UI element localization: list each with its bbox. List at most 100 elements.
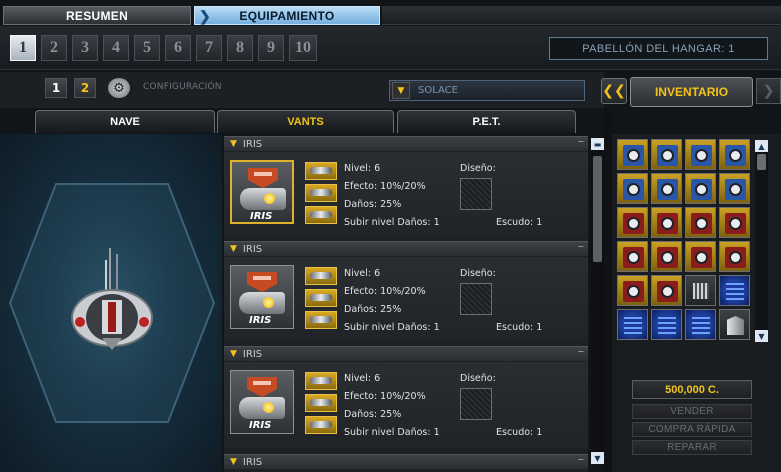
scroll-down-icon[interactable]: ▼ (755, 330, 768, 342)
inventory-item[interactable] (651, 139, 682, 170)
inventory-tab[interactable]: INVENTARIO (630, 77, 753, 107)
minimize-icon[interactable]: – (578, 136, 584, 148)
inventory-item[interactable] (719, 207, 750, 238)
minimize-icon[interactable]: – (578, 452, 584, 466)
vant-header[interactable]: ▼ IRIS – (224, 344, 588, 361)
inventory-item[interactable] (719, 139, 750, 170)
inventory-item[interactable] (685, 207, 716, 238)
inventory-item[interactable] (617, 241, 648, 272)
equipment-slot[interactable] (305, 289, 337, 307)
top-bar (382, 6, 781, 25)
tab-nave[interactable]: NAVE (35, 110, 215, 133)
vant-card: IRIS Nivel: 6 Efecto: 10%/20% Daños: 25%… (224, 152, 588, 238)
equipment-slot[interactable] (305, 206, 337, 224)
inventory-item[interactable] (719, 173, 750, 204)
inventory-next-button[interactable]: ❯ (756, 78, 781, 104)
minimize-icon[interactable]: – (578, 344, 584, 358)
scroll-up-icon[interactable]: ▬ (591, 138, 604, 150)
config-button-2[interactable]: 2 (41, 35, 67, 61)
config-button-1[interactable]: 1 (10, 35, 36, 61)
chevron-right-icon: ❯ (199, 8, 212, 24)
equipment-slot[interactable] (305, 267, 337, 285)
vant-header[interactable]: ▼ IRIS – (224, 136, 588, 151)
inventory-item[interactable] (617, 173, 648, 204)
inventory-item[interactable] (685, 275, 716, 306)
config-toggle-1[interactable]: 1 (45, 78, 67, 98)
inventory-item[interactable] (651, 207, 682, 238)
design-slot[interactable] (460, 178, 492, 210)
minimize-icon[interactable]: – (578, 239, 584, 253)
panel-divider (604, 108, 612, 472)
quick-buy-button[interactable]: COMPRA RÁPIDA (632, 422, 752, 437)
collapse-arrow-icon: ▼ (230, 244, 237, 254)
inventory-scrollbar[interactable]: ▲ ▼ (755, 140, 768, 342)
tab-resumen-label: RESUMEN (65, 8, 129, 23)
config-button-8[interactable]: 8 (227, 35, 253, 61)
sell-button[interactable]: VENDER (632, 404, 752, 419)
config-toggle-2[interactable]: 2 (74, 78, 96, 98)
inventory-item[interactable] (719, 309, 750, 340)
dropdown-arrow-icon: ▼ (392, 82, 410, 99)
equipment-slot[interactable] (305, 162, 337, 180)
inventory-prev-button[interactable]: ❮❮ (601, 78, 627, 104)
vants-scrollbar[interactable]: ▬ ▼ (591, 138, 604, 464)
scroll-up-icon[interactable]: ▲ (755, 140, 768, 152)
design-slot[interactable] (460, 388, 492, 420)
tab-pet[interactable]: P.E.T. (397, 110, 576, 133)
tab-vants[interactable]: VANTS (217, 110, 394, 133)
inventory-item[interactable] (685, 241, 716, 272)
config-button-4[interactable]: 4 (103, 35, 129, 61)
inventory-item[interactable] (651, 309, 682, 340)
config-button-6[interactable]: 6 (165, 35, 191, 61)
config-button-5[interactable]: 5 (134, 35, 160, 61)
vant-header[interactable]: ▼ IRIS – (224, 452, 588, 469)
equipment-slot[interactable] (305, 372, 337, 390)
inventory-item[interactable] (719, 241, 750, 272)
design-slot[interactable] (460, 283, 492, 315)
config-button-10[interactable]: 10 (289, 35, 317, 61)
vant-image[interactable]: IRIS (230, 370, 294, 434)
ship-select[interactable]: ▼ SOLACE (389, 80, 585, 101)
inventory-title: INVENTARIO (654, 85, 729, 99)
ship-preview-panel (0, 134, 222, 472)
equipment-slot[interactable] (305, 184, 337, 202)
inventory-item[interactable] (651, 173, 682, 204)
vant-header[interactable]: ▼ IRIS – (224, 239, 588, 256)
inventory-item[interactable] (685, 309, 716, 340)
vant-upgrade-damage: Subir nivel Daños: 1 (344, 217, 440, 228)
collapse-arrow-icon: ▼ (230, 349, 237, 359)
repair-button[interactable]: REPARAR (632, 440, 752, 455)
inventory-item[interactable] (685, 139, 716, 170)
gear-icon[interactable]: ⚙ (108, 78, 130, 98)
inventory-item[interactable] (719, 275, 750, 306)
vant-name: IRIS (242, 348, 263, 360)
scroll-thumb[interactable] (593, 156, 602, 262)
tab-nave-label: NAVE (110, 116, 140, 128)
scroll-down-icon[interactable]: ▼ (591, 452, 604, 464)
inventory-item[interactable] (685, 173, 716, 204)
vant-image-label: IRIS (249, 420, 272, 431)
equipment-slot[interactable] (305, 311, 337, 329)
equipment-slot[interactable] (305, 416, 337, 434)
inventory-item[interactable] (617, 207, 648, 238)
vant-effect: Efecto: 10%/20% (344, 391, 426, 402)
vant-level: Nivel: 6 (344, 163, 381, 174)
config-button-3[interactable]: 3 (72, 35, 98, 61)
tab-resumen[interactable]: RESUMEN (3, 6, 191, 25)
inventory-item[interactable] (651, 275, 682, 306)
inventory-item[interactable] (617, 309, 648, 340)
tab-equipamiento[interactable]: ❯ EQUIPAMIENTO (194, 6, 380, 25)
equipment-slot[interactable] (305, 394, 337, 412)
config-button-7[interactable]: 7 (196, 35, 222, 61)
config-button-9[interactable]: 9 (258, 35, 284, 61)
vant-image[interactable]: IRIS (230, 265, 294, 329)
inventory-item[interactable] (651, 241, 682, 272)
vant-image[interactable]: IRIS (230, 160, 294, 224)
inventory-item[interactable] (617, 275, 648, 306)
scroll-thumb[interactable] (757, 154, 766, 170)
inventory-item[interactable] (617, 139, 648, 170)
hangar-indicator: PABELLÓN DEL HANGAR: 1 (549, 37, 768, 60)
vant-design-label: Diseño: (460, 163, 496, 174)
credits-display: 500,000 C. (632, 380, 752, 399)
vant-name: IRIS (242, 456, 263, 468)
